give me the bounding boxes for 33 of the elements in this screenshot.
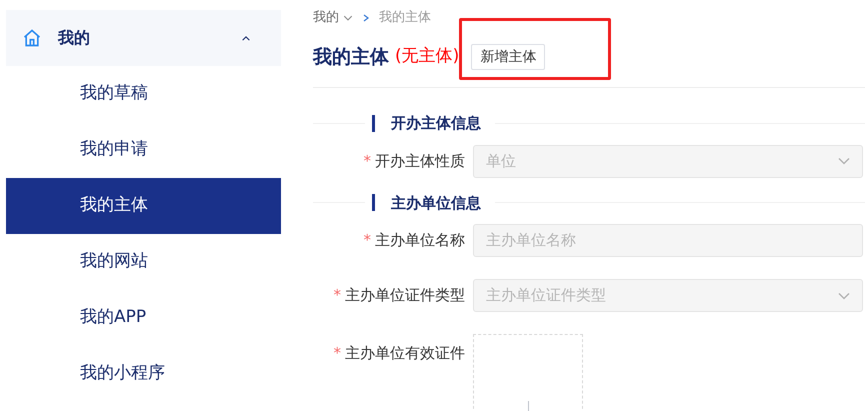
upload-area[interactable] bbox=[473, 334, 583, 411]
add-button[interactable]: 新增主体 bbox=[471, 44, 546, 70]
section-heading: 开办主体信息 bbox=[391, 113, 481, 134]
separator-icon bbox=[363, 14, 369, 22]
page-title: 我的主体 bbox=[313, 44, 389, 70]
placeholder-text: 主办单位证件类型 bbox=[486, 285, 606, 306]
chevron-up-icon bbox=[241, 34, 251, 42]
sidebar-item[interactable]: 我的主体 bbox=[6, 178, 281, 234]
sidebar-item[interactable]: 我的申请 bbox=[6, 122, 281, 178]
status-text: (无主体) bbox=[395, 45, 460, 68]
sidebar-item[interactable]: 我的小程序 bbox=[6, 346, 281, 402]
required-asterisk: * bbox=[364, 150, 371, 172]
chevron-down-icon bbox=[838, 292, 850, 300]
group-label: 我的 bbox=[58, 27, 90, 49]
chevron-down-icon bbox=[838, 157, 850, 165]
sidebar-item[interactable]: 我的APP bbox=[6, 290, 281, 346]
field-label: 主办单位名称 bbox=[375, 230, 465, 252]
field-value: 单位 bbox=[486, 150, 516, 172]
required-asterisk: * bbox=[364, 230, 371, 252]
sidebar-item[interactable]: 我的草稿 bbox=[6, 66, 281, 122]
field-label: 主办单位证件类型 bbox=[345, 285, 465, 306]
chevron-down-icon bbox=[343, 15, 353, 21]
breadcrumb-current: 我的主体 bbox=[379, 9, 431, 28]
home-icon bbox=[22, 28, 42, 48]
required-asterisk: * bbox=[334, 285, 341, 306]
required-asterisk: * bbox=[334, 343, 341, 364]
sidebar-group-header[interactable]: 我的 bbox=[6, 10, 281, 66]
section-heading: 主办单位信息 bbox=[391, 192, 481, 214]
field-label: 主办单位有效证件 bbox=[345, 343, 465, 364]
field-label: 开办主体性质 bbox=[375, 150, 465, 172]
breadcrumb-link[interactable]: 我的 bbox=[313, 8, 339, 28]
placeholder-text: 主办单位名称 bbox=[486, 230, 576, 252]
sidebar-item[interactable]: 我的网站 bbox=[6, 234, 281, 290]
